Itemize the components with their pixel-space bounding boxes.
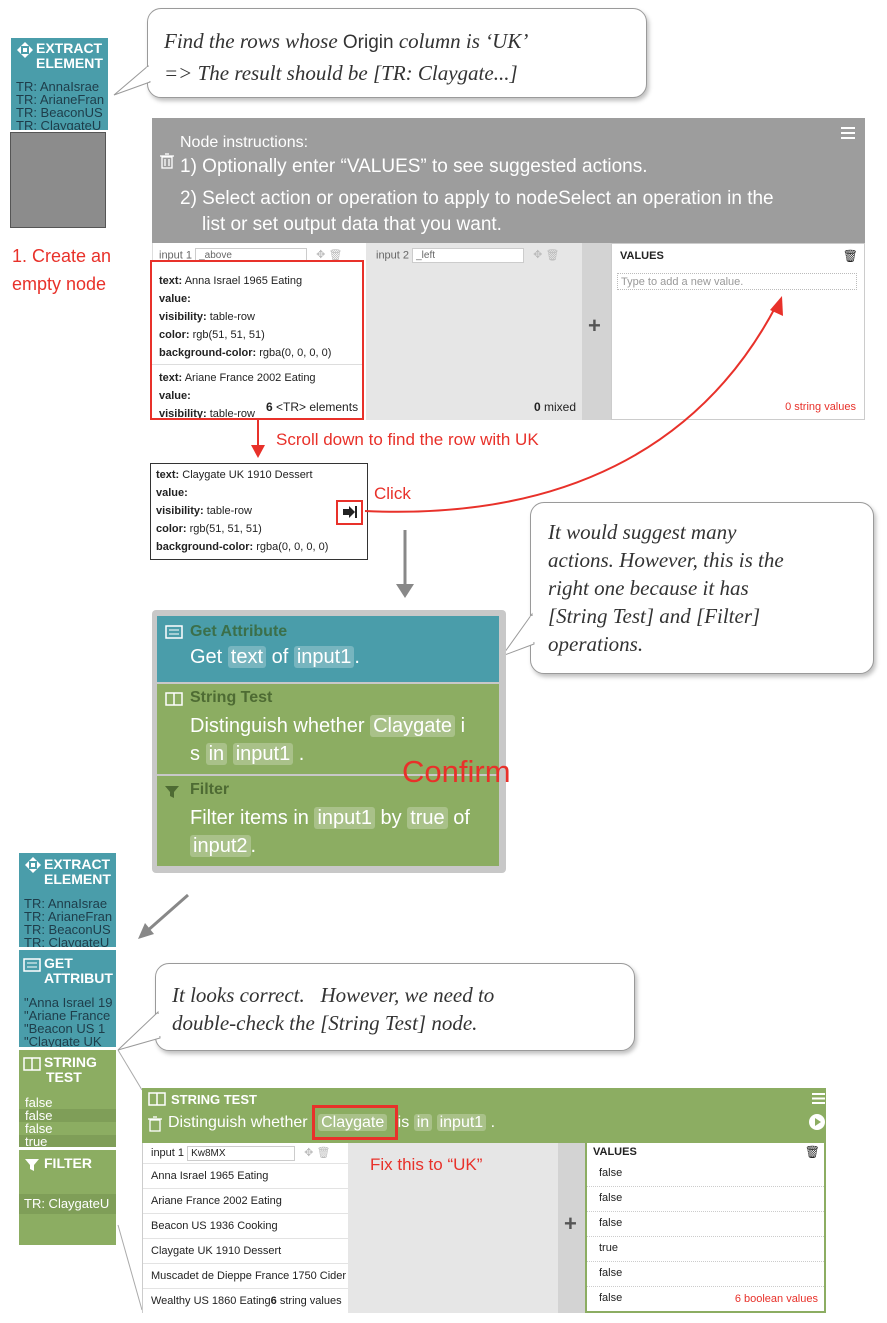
columns-icon — [165, 692, 183, 711]
columns-icon — [23, 1057, 41, 1076]
values-column: VALUES 🗑 Type to add a new value. 0 stri… — [611, 243, 865, 420]
input2-field[interactable]: _left — [412, 248, 525, 263]
string-test-panel-title: STRING TEST — [171, 1092, 257, 1107]
sp-input1-column: input 1 Kw8MX ✥ 🗑 Anna Israel 1965 Eatin… — [142, 1143, 349, 1313]
sp-add-column[interactable]: + — [558, 1143, 585, 1313]
pipeline-extract-list: TR: AnnaIsrae TR: ArianeFran TR: BeaconUS T… — [24, 897, 113, 947]
click-label: Click — [374, 484, 411, 503]
get-attribute-title: Get Attribute — [190, 623, 288, 640]
string-test-header: STRING TEST Distinguish whether Claygate… — [142, 1088, 826, 1143]
plus-icon[interactable]: + — [564, 1211, 577, 1237]
string-values-count: 0 string values — [785, 401, 856, 413]
instruction-2: 2) Select action or operation to apply t… — [180, 188, 774, 235]
instruction-1: 1) Optionally enter “VALUES” to see sugg… — [180, 156, 648, 177]
pipeline-string-title: STRING TEST — [44, 1054, 97, 1085]
callout-check-text: It looks correct. However, we need to dou… — [172, 983, 495, 1035]
fix-note: Fix this to “UK” — [370, 1155, 483, 1174]
callout-task-text: Find the rows whose Origin column is ‘UK… — [164, 29, 529, 85]
columns-icon — [148, 1092, 166, 1111]
extract-element-node[interactable]: EXTRACT ELEMENT TR: AnnaIsrae TR: ArianeFr… — [11, 38, 108, 130]
get-attribute-desc: Get text of input1. — [190, 646, 360, 668]
pipeline-filter-list: TR: ClaygateU — [19, 1194, 116, 1214]
callout-task-tail — [113, 65, 152, 96]
list-item[interactable]: Ariane France 2002 Eating — [143, 1189, 349, 1214]
sp-move-icon[interactable]: ✥ — [304, 1147, 313, 1159]
pipeline-get-attribute-node[interactable]: GET ATTRIBUT "Anna Israel 19 "Ariane Franc… — [19, 950, 116, 1047]
list-item[interactable]: Wealthy US 1860 Eating6 string values — [143, 1289, 349, 1313]
pipeline-extract-node[interactable]: EXTRACT ELEMENT TR: AnnaIsrae TR: ArianeFr… — [19, 853, 116, 947]
list-item[interactable]: Claygate UK 1910 Dessert — [143, 1239, 349, 1264]
detail-card-fields: text: Claygate UK 1910 Dessert value: vi… — [156, 469, 329, 553]
extract-list: TR: AnnaIsrae TR: ArianeFran TR: BeaconUS T… — [16, 80, 105, 130]
trash-icon[interactable] — [148, 1116, 162, 1137]
sp-trash-icon[interactable]: 🗑 — [316, 1147, 330, 1159]
pipeline-string-list: false false false true — [19, 1096, 116, 1147]
suggestion-card[interactable]: Get Attribute Get text of input1. String… — [152, 610, 506, 873]
list-item[interactable]: Muscadet de Dieppe France 1750 Cider — [143, 1264, 349, 1289]
value-item[interactable]: false — [587, 1262, 824, 1287]
input2-trash-icon[interactable]: 🗑 — [545, 249, 559, 261]
value-item[interactable]: false — [587, 1162, 824, 1187]
filter-title: Filter — [190, 781, 230, 798]
sp-input1-header: input 1 Kw8MX ✥ 🗑 — [143, 1143, 349, 1164]
input2-column: input 2 _left ✥ 🗑 0 mixed — [366, 243, 582, 420]
input2-move-icon[interactable]: ✥ — [533, 249, 542, 261]
arrow-enter-icon — [343, 506, 357, 518]
claygate-highlight — [312, 1105, 398, 1140]
value-item[interactable]: false — [587, 1187, 824, 1212]
get-attribute-op[interactable]: Get Attribute Get text of input1. — [157, 616, 499, 682]
move-icon — [25, 857, 41, 878]
scroll-note: Scroll down to find the row with UK — [276, 430, 539, 449]
filter-desc: Filter items in input1 by true of input2… — [190, 807, 470, 857]
filter-icon — [25, 1158, 39, 1177]
sp-values-label: VALUES — [593, 1146, 637, 1158]
boolean-values-count: 6 boolean values — [734, 1293, 818, 1305]
pipeline-get-title: GET ATTRIBUT — [44, 955, 113, 986]
menu-icon[interactable] — [841, 126, 855, 144]
send-to-values-button[interactable] — [336, 500, 363, 525]
menu-icon[interactable] — [812, 1091, 825, 1109]
pipeline-extract-title: EXTRACT ELEMENT — [44, 856, 111, 887]
values-label: VALUES — [620, 250, 664, 262]
empty-node[interactable] — [10, 132, 106, 228]
pipeline-filter-node[interactable]: FILTER TR: ClaygateU — [19, 1150, 116, 1245]
instructions-title: Node instructions: — [180, 134, 309, 151]
pipeline-filter-title: FILTER — [44, 1155, 92, 1171]
list-icon — [23, 958, 41, 977]
list-icon — [165, 625, 183, 644]
list-item[interactable]: Beacon US 1936 Cooking — [143, 1214, 349, 1239]
add-column[interactable]: + — [582, 243, 611, 420]
pipeline-get-list: "Anna Israel 19 "Ariane France "Beacon US … — [24, 996, 113, 1047]
confirm-label: Confirm — [402, 754, 511, 789]
sp-values-column: VALUES 🗑 false false false true false fa… — [585, 1143, 826, 1313]
callout-check-tail — [117, 1010, 162, 1051]
list-item[interactable]: Anna Israel 1965 Eating — [143, 1164, 349, 1189]
step1-label: 1. Create an empty node — [12, 246, 112, 294]
pipeline-string-test-node[interactable]: STRING TEST false false false true — [19, 1050, 116, 1147]
trash-icon[interactable] — [160, 153, 174, 174]
highlight-box — [150, 260, 364, 420]
mixed-count: 0 mixed — [533, 400, 576, 414]
callout-suggestion-text: It would suggest many actions. However, t… — [548, 520, 784, 656]
values-trash-icon[interactable]: 🗑 — [843, 249, 858, 263]
sp-input1-field[interactable]: Kw8MX — [187, 1145, 296, 1161]
move-icon — [17, 42, 33, 63]
input2-header: input 2 _left ✥ 🗑 — [376, 248, 560, 263]
value-item[interactable]: false — [587, 1212, 824, 1237]
node-instructions-header: Node instructions: 1) Optionally enter “… — [152, 118, 865, 243]
extract-title: EXTRACT ELEMENT — [36, 40, 103, 71]
value-item[interactable]: true — [587, 1237, 824, 1262]
sp-values-trash-icon[interactable]: 🗑 — [805, 1145, 820, 1159]
play-icon[interactable] — [809, 1114, 825, 1135]
string-test-title: String Test — [190, 689, 273, 706]
values-input[interactable]: Type to add a new value. — [617, 273, 857, 290]
plus-icon[interactable]: + — [588, 313, 601, 339]
filter-icon — [165, 785, 179, 804]
